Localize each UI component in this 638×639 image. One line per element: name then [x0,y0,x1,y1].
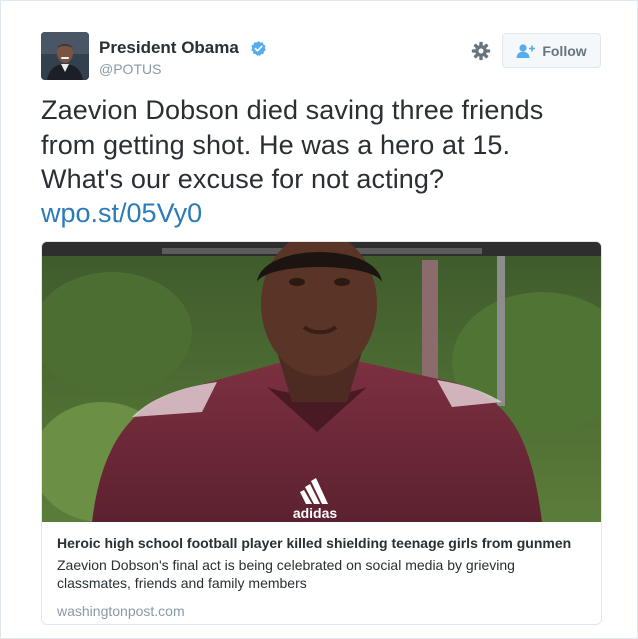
author-name[interactable]: President Obama [99,37,239,59]
tweet-text: Zaevion Dobson died saving three friends… [41,93,601,197]
tweet-link[interactable]: wpo.st/05Vy0 [41,196,202,231]
tweet-card: President Obama @POTUS Follow Zaevion Do [0,0,638,639]
card-title: Heroic high school football player kille… [57,535,572,551]
card-description: Zaevion Dobson's final act is being cele… [57,557,515,591]
card-domain: washingtonpost.com [57,603,185,619]
link-preview-card[interactable]: adidas Heroic high school football playe… [41,241,602,625]
card-body: Heroic high school football player kille… [42,522,601,620]
author-avatar[interactable] [41,32,89,80]
author-handle[interactable]: @POTUS [99,60,161,78]
follow-button[interactable]: Follow [502,33,601,68]
verified-badge-icon [251,41,266,56]
jersey-brand: adidas [293,505,338,521]
add-user-icon [516,43,536,58]
tweet-text-line: from getting shot. He was a hero at 15. [41,129,511,160]
tweet-text-line: What's our excuse for not acting? [41,164,445,194]
gear-icon[interactable] [471,41,491,61]
follow-button-label: Follow [542,42,587,59]
card-photo: adidas [42,242,601,522]
tweet-text-line: Zaevion Dobson died saving three friends [41,95,544,125]
avatar-photo [41,32,89,80]
